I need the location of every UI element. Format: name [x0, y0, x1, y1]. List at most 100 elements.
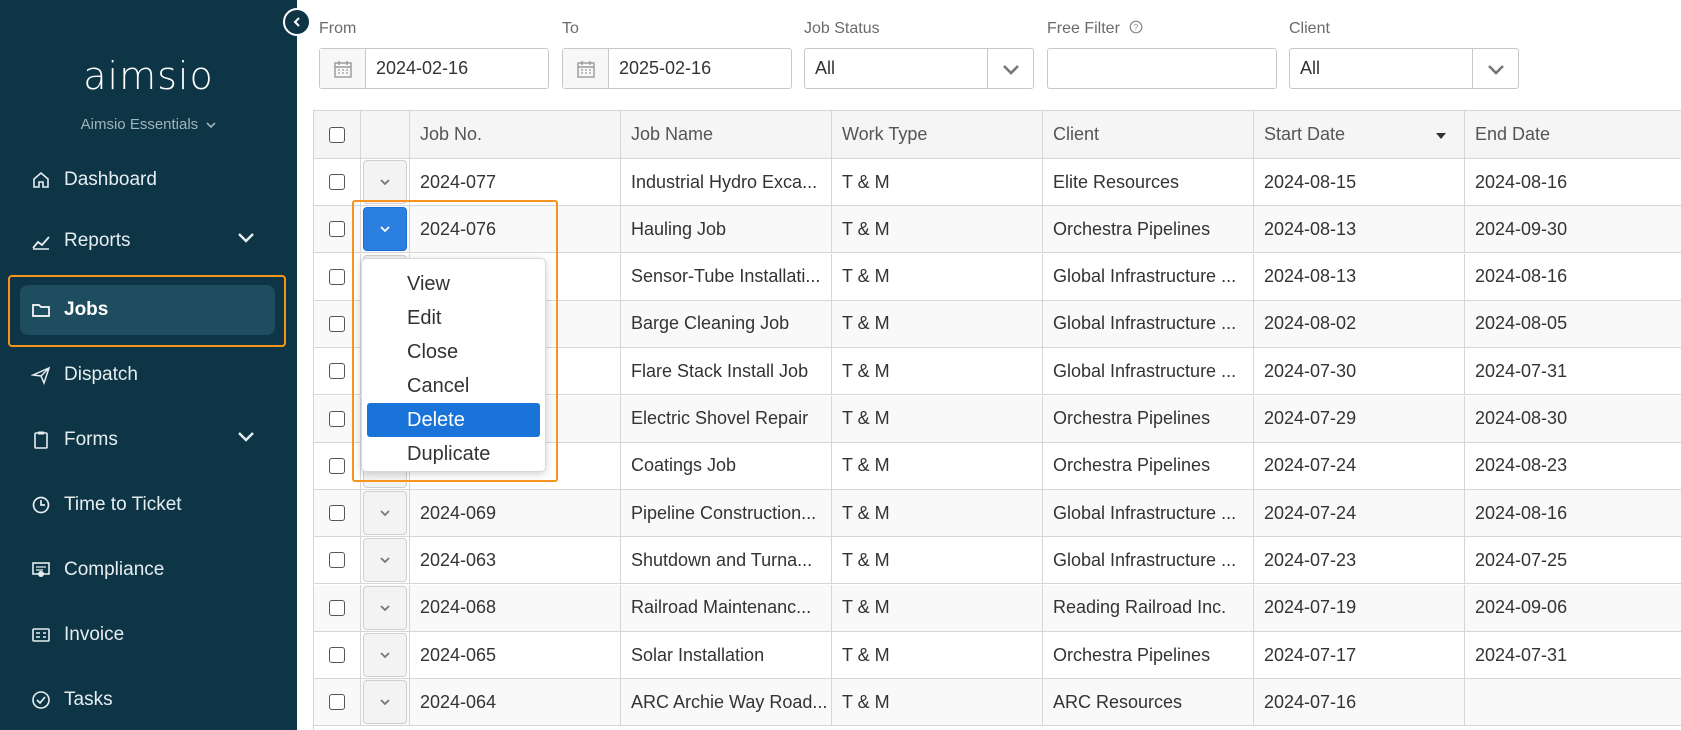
client-select[interactable]: All [1289, 48, 1519, 89]
org-name: Aimsio Essentials [80, 116, 199, 133]
row-checkbox[interactable] [329, 363, 345, 380]
sidebar-item-forms[interactable]: Forms [20, 415, 275, 465]
cell-end-date: 2024-08-16 [1465, 159, 1681, 205]
menu-item-delete[interactable]: Delete [367, 403, 540, 437]
row-checkbox[interactable] [329, 221, 345, 238]
sidebar-collapse-button[interactable] [283, 8, 311, 36]
cell-job-name: Solar Installation [621, 632, 832, 678]
sidebar-item-reports[interactable]: Reports [20, 216, 275, 266]
cell-work-type: T & M [832, 206, 1043, 253]
grid-header: Job No. Job Name Work Type Client Start … [314, 111, 1681, 159]
row-actions-button[interactable] [363, 160, 407, 204]
cell-client: Global Infrastructure ... [1043, 537, 1254, 584]
row-checkbox[interactable] [329, 268, 345, 285]
table-row[interactable]: 2024-076 Hauling Job T & M Orchestra Pipeli… [314, 206, 1681, 254]
cell-end-date: 2024-08-05 [1465, 301, 1681, 347]
sidebar-item-label: Compliance [64, 559, 165, 580]
row-checkbox-cell [314, 442, 361, 489]
sidebar-item-dashboard[interactable]: Dashboard [20, 155, 275, 205]
menu-item-view[interactable]: View [367, 267, 540, 301]
table-row[interactable]: 2024-065 Solar Installation T & M Orchestra… [314, 632, 1681, 679]
header-job-no[interactable]: Job No. [410, 111, 621, 158]
row-actions-button[interactable] [363, 680, 407, 725]
cell-work-type: T & M [832, 584, 1043, 631]
sidebar-item-time-to-ticket[interactable]: Time to Ticket [20, 480, 275, 530]
check-circle-icon [30, 689, 52, 711]
header-end-date[interactable]: End Date [1465, 111, 1681, 158]
chevron-down-icon [206, 122, 216, 129]
row-checkbox[interactable] [329, 457, 345, 474]
from-date-field[interactable]: 2024-02-16 [319, 48, 549, 89]
sort-desc-icon [1436, 133, 1446, 139]
job-status-select[interactable]: All [804, 48, 1034, 89]
to-date-field[interactable]: 2025-02-16 [562, 48, 792, 89]
table-row[interactable]: 2024-069 Pipeline Construction... T & M Glo… [314, 490, 1681, 538]
sidebar-item-compliance[interactable]: Compliance [20, 545, 275, 595]
free-filter: Free Filter ? [1047, 20, 1143, 50]
calendar-icon[interactable] [320, 49, 366, 88]
table-row[interactable]: 2024-063 Shutdown and Turna... T & M Global… [314, 537, 1681, 585]
sidebar-item-invoice[interactable]: Invoice [20, 610, 275, 660]
sidebar-item-label: Time to Ticket [64, 494, 182, 515]
select-all-checkbox[interactable] [329, 126, 345, 143]
sidebar-item-tasks[interactable]: Tasks [20, 675, 275, 725]
row-actions-button[interactable] [363, 585, 407, 630]
folder-icon [30, 299, 52, 321]
calendar-icon[interactable] [563, 49, 609, 88]
header-work-type[interactable]: Work Type [832, 111, 1043, 158]
row-checkbox[interactable] [329, 694, 345, 711]
cell-end-date: 2024-07-25 [1465, 537, 1681, 583]
table-row[interactable]: 2024-077 Industrial Hydro Exca... T & M Eli… [314, 159, 1681, 206]
row-actions-button[interactable] [363, 633, 407, 677]
menu-item-edit[interactable]: Edit [367, 301, 540, 335]
menu-item-close[interactable]: Close [367, 335, 540, 369]
row-checkbox[interactable] [329, 315, 345, 332]
row-checkbox[interactable] [329, 410, 345, 427]
help-icon[interactable]: ? [1129, 20, 1143, 34]
row-checkbox-cell [314, 348, 361, 395]
row-actions-button[interactable] [363, 207, 407, 252]
chevron-down-icon[interactable] [1472, 49, 1518, 88]
org-switcher[interactable]: Aimsio Essentials [0, 116, 297, 133]
chevron-down-icon [238, 233, 254, 243]
header-start-date[interactable]: Start Date [1254, 111, 1465, 158]
cell-job-name: Coatings Job [621, 442, 832, 489]
sidebar-item-dispatch[interactable]: Dispatch [20, 350, 275, 400]
header-client[interactable]: Client [1043, 111, 1254, 158]
header-job-name[interactable]: Job Name [621, 111, 832, 158]
table-row[interactable]: 2024-068 Railroad Maintenanc... T & M Readi… [314, 584, 1681, 632]
from-label: From [319, 20, 357, 37]
cell-work-type: T & M [832, 537, 1043, 584]
cell-work-type: T & M [832, 679, 1043, 726]
row-checkbox[interactable] [329, 174, 345, 190]
cell-job-name: Pipeline Construction... [621, 490, 832, 537]
cell-start-date: 2024-08-02 [1254, 300, 1465, 347]
row-checkbox[interactable] [329, 647, 345, 663]
row-checkbox[interactable] [329, 552, 345, 569]
row-actions-menu: View Edit Close Cancel Delete Duplicate [361, 258, 546, 472]
cell-start-date: 2024-07-16 [1254, 679, 1465, 726]
row-actions-cell [361, 632, 410, 678]
row-actions-button[interactable] [363, 538, 407, 583]
to-label: To [562, 20, 579, 37]
chevron-down-icon[interactable] [987, 49, 1033, 88]
cell-end-date: 2024-08-30 [1465, 396, 1681, 442]
cell-job-no: 2024-069 [410, 490, 621, 537]
chevron-down-icon [380, 605, 390, 611]
app-logo: aimsio [83, 54, 214, 98]
cell-client: ARC Resources [1043, 679, 1254, 726]
menu-item-duplicate[interactable]: Duplicate [367, 437, 540, 471]
select-all-cell [314, 111, 361, 158]
sidebar-item-label: Invoice [64, 624, 125, 645]
row-actions-button[interactable] [363, 491, 407, 536]
sidebar-item-jobs[interactable]: Jobs [20, 285, 275, 335]
row-checkbox-cell [314, 490, 361, 537]
chevron-down-icon [380, 699, 390, 706]
cell-work-type: T & M [832, 395, 1043, 442]
row-checkbox[interactable] [329, 505, 345, 522]
table-row[interactable]: 2024-064 ARC Archie Way Road... T & M ARC R… [314, 679, 1681, 727]
menu-item-cancel[interactable]: Cancel [367, 369, 540, 403]
row-checkbox[interactable] [329, 599, 345, 616]
free-filter-input[interactable] [1047, 48, 1277, 89]
header-start-date-label: Start Date [1264, 124, 1346, 144]
